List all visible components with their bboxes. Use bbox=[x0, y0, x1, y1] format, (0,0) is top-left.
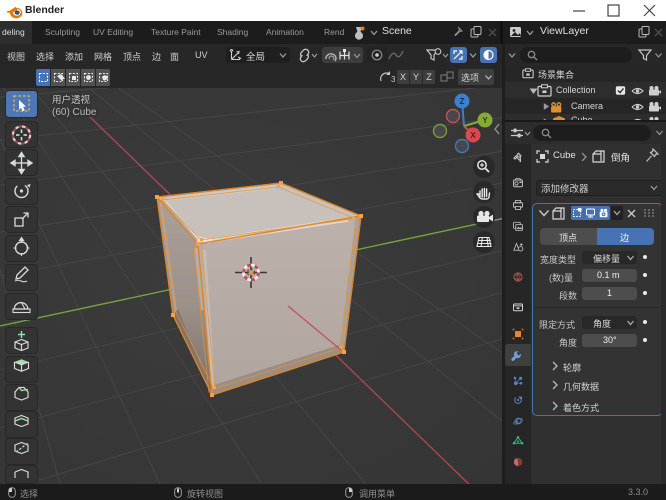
svg-text:Y: Y bbox=[482, 116, 488, 125]
svg-text:X: X bbox=[470, 131, 476, 140]
svg-text:Z: Z bbox=[460, 97, 465, 106]
svg-text:3: 3 bbox=[391, 75, 396, 84]
